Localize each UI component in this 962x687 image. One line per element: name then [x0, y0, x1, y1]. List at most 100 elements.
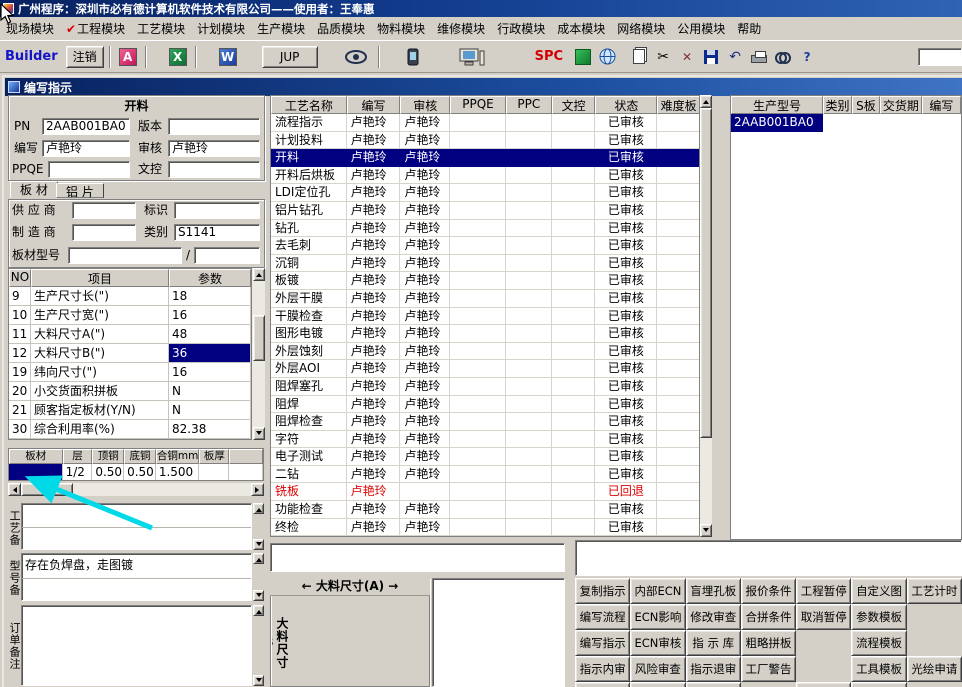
- process-row[interactable]: 阻焊 卢艳玲 卢艳玲 已审核: [271, 395, 699, 414]
- process-row[interactable]: 外层干膜 卢艳玲 卢艳玲 已审核: [271, 289, 699, 308]
- computer-icon[interactable]: [454, 45, 489, 68]
- process-row[interactable]: 阻焊塞孔 卢艳玲 卢艳玲 已审核: [271, 377, 699, 396]
- process-row[interactable]: 计划投料 卢艳玲 卢艳玲 已审核: [271, 131, 699, 150]
- find-icon[interactable]: [771, 45, 796, 68]
- action-button[interactable]: ECN影响: [630, 604, 686, 630]
- excel-icon[interactable]: X: [165, 45, 190, 68]
- scroll-down-icon[interactable]: [253, 539, 264, 550]
- parameter-row[interactable]: 21 顾客指定板材(Y/N) N: [9, 401, 251, 420]
- supplier-input[interactable]: [72, 202, 136, 219]
- order-remark-textarea[interactable]: [21, 605, 252, 686]
- parameter-row[interactable]: 11 大料尺寸A(") 48: [9, 325, 251, 344]
- menu-item[interactable]: ✔现场模块: [0, 17, 60, 40]
- action-button[interactable]: 报价条件: [740, 578, 797, 604]
- scroll-up-icon[interactable]: [253, 503, 264, 514]
- ppqe-input[interactable]: [48, 161, 130, 178]
- parameter-scrollbar[interactable]: [252, 268, 265, 440]
- board-model-input-1[interactable]: [68, 247, 182, 264]
- logout-button[interactable]: 注销: [65, 45, 104, 68]
- action-button[interactable]: 编写流程: [575, 604, 631, 630]
- mark-input[interactable]: [174, 202, 260, 219]
- model-remark-textarea[interactable]: 存在负焊盘，走图镀: [21, 553, 252, 601]
- process-row[interactable]: 外层蚀刻 卢艳玲 卢艳玲 已审核: [271, 342, 699, 361]
- version-input[interactable]: [168, 118, 260, 135]
- doc-control-input[interactable]: [168, 161, 260, 178]
- menu-item[interactable]: ✔公用模块: [671, 17, 731, 40]
- menu-item[interactable]: ✔维修模块: [431, 17, 491, 40]
- delete-icon[interactable]: ✕: [675, 45, 700, 68]
- process-row[interactable]: 板镀 卢艳玲 卢艳玲 已审核: [271, 272, 699, 290]
- craft-remark-textarea[interactable]: [21, 503, 252, 550]
- process-row[interactable]: 开料后烘板 卢艳玲 卢艳玲 已审核: [271, 166, 699, 185]
- parameter-row[interactable]: 20 小交货面积拼板 N: [9, 382, 251, 401]
- parameter-row[interactable]: 9 生产尺寸长(") 18: [9, 287, 251, 306]
- scroll-down-icon[interactable]: [253, 675, 264, 686]
- parameter-row[interactable]: 19 纬向尺寸(") 16: [9, 363, 251, 382]
- phone-icon[interactable]: [400, 45, 425, 68]
- process-row[interactable]: 阻焊检查 卢艳玲 卢艳玲 已审核: [271, 413, 699, 431]
- action-button[interactable]: 流程模板: [851, 630, 907, 656]
- process-scrollbar[interactable]: [700, 95, 712, 537]
- process-row[interactable]: 干膜检查 卢艳玲 卢艳玲 已审核: [271, 307, 699, 326]
- category-input[interactable]: S1141: [174, 224, 260, 241]
- menu-item[interactable]: ✔成本模块: [551, 17, 611, 40]
- green-tool-icon[interactable]: [571, 45, 596, 68]
- selected-cell[interactable]: [9, 464, 63, 480]
- scroll-up-icon[interactable]: [253, 553, 264, 564]
- action-button[interactable]: 工厂警告: [740, 656, 797, 682]
- scroll-down-icon[interactable]: [700, 524, 712, 537]
- audit-input[interactable]: 卢艳玲: [168, 140, 260, 157]
- parameter-row[interactable]: 10 生产尺寸宽(") 16: [9, 306, 251, 325]
- cut-icon[interactable]: ✂: [651, 45, 676, 68]
- spc-label[interactable]: SPC: [535, 49, 563, 64]
- scroll-down-icon[interactable]: [253, 590, 264, 601]
- action-button[interactable]: 取消暂停: [796, 604, 852, 630]
- menu-item[interactable]: ✔生产模块: [251, 17, 311, 40]
- action-button[interactable]: 光绘申请: [906, 656, 962, 682]
- menu-item[interactable]: ✔工程模块: [60, 17, 131, 40]
- process-row[interactable]: 电子测试 卢艳玲 卢艳玲 已审核: [271, 448, 699, 466]
- eye-icon[interactable]: [343, 45, 368, 68]
- pn-input[interactable]: 2AAB001BA0: [42, 118, 130, 135]
- globe-icon[interactable]: [595, 45, 620, 68]
- action-button[interactable]: 盲埋孔板: [685, 578, 741, 604]
- process-row[interactable]: 铣板 卢艳玲 已回退: [271, 483, 699, 502]
- process-row[interactable]: 铝片钻孔 卢艳玲 卢艳玲 已审核: [271, 201, 699, 220]
- menu-item[interactable]: ✔工艺模块: [131, 17, 191, 40]
- scrollbar-thumb[interactable]: [700, 108, 712, 438]
- save-icon[interactable]: [699, 45, 724, 68]
- material-hscrollbar[interactable]: [8, 483, 264, 496]
- action-button[interactable]: 工具完成: [851, 682, 907, 687]
- action-button[interactable]: 指示内审: [575, 656, 631, 682]
- new-document-icon[interactable]: [627, 45, 652, 68]
- action-button[interactable]: 合拼条件: [740, 604, 797, 630]
- process-row[interactable]: 沉铜 卢艳玲 卢艳玲 已审核: [271, 254, 699, 273]
- help-icon[interactable]: ?: [795, 45, 820, 68]
- print-icon[interactable]: [747, 45, 772, 68]
- menu-item[interactable]: ✔物料模块: [371, 17, 431, 40]
- action-button[interactable]: 工具模板: [851, 656, 907, 682]
- access-icon[interactable]: A: [115, 45, 140, 68]
- action-button[interactable]: 参数模板: [851, 604, 907, 630]
- tab-aluminum-sheet[interactable]: 铝 片: [56, 183, 104, 199]
- action-button[interactable]: ECN审核: [630, 630, 686, 656]
- manufacturer-input[interactable]: [72, 224, 136, 241]
- process-row[interactable]: 外层AOI 卢艳玲 卢艳玲 已审核: [271, 360, 699, 378]
- process-row[interactable]: 钻孔 卢艳玲 卢艳玲 已审核: [271, 219, 699, 238]
- process-row[interactable]: 图形电镀 卢艳玲 卢艳玲 已审核: [271, 325, 699, 343]
- action-button[interactable]: 内部ECN: [630, 578, 686, 604]
- process-row[interactable]: 终检 卢艳玲 卢艳玲 已审核: [271, 518, 699, 536]
- size-notes-panel[interactable]: [432, 578, 565, 687]
- parameter-row[interactable]: 12 大料尺寸B(") 36: [9, 344, 251, 363]
- scroll-down-icon[interactable]: [252, 427, 265, 440]
- process-row[interactable]: LDI定位孔 卢艳玲 卢艳玲 已审核: [271, 184, 699, 202]
- action-button[interactable]: 工艺计时: [906, 578, 962, 604]
- scrollbar-thumb[interactable]: [252, 315, 265, 361]
- action-button[interactable]: 问题反馈: [630, 682, 686, 687]
- process-row[interactable]: 去毛刺 卢艳玲 卢艳玲 已审核: [271, 237, 699, 255]
- scroll-up-icon[interactable]: [700, 95, 712, 108]
- action-button[interactable]: 签发定稿: [685, 682, 741, 687]
- menu-item[interactable]: ✔网络模块: [611, 17, 671, 40]
- action-button[interactable]: 粗略拼板: [740, 630, 797, 656]
- scroll-up-icon[interactable]: [253, 605, 264, 616]
